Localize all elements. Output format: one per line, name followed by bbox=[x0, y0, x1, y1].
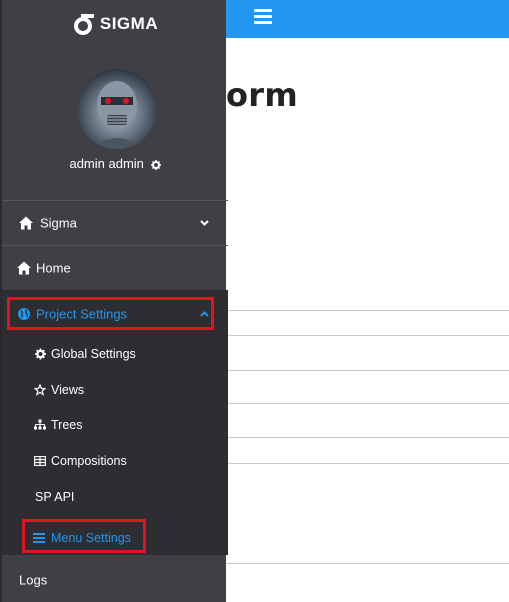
highlight-box bbox=[22, 519, 146, 553]
user-name-row[interactable]: admin admin bbox=[2, 156, 228, 171]
submenu-item-label: Global Settings bbox=[51, 347, 136, 361]
page-title: orm bbox=[226, 76, 299, 114]
gear-icon[interactable] bbox=[150, 159, 161, 170]
highlight-box bbox=[7, 297, 214, 330]
sigma-logo-icon bbox=[73, 14, 94, 35]
table-row-divider bbox=[226, 563, 509, 564]
chevron-down-icon[interactable] bbox=[200, 220, 209, 226]
submenu-item-global-settings[interactable]: Global Settings bbox=[2, 339, 228, 369]
brand-logo[interactable]: SIGMA bbox=[2, 12, 228, 36]
gear-icon bbox=[35, 348, 46, 360]
sidebar: SIGMA admin admin Sigma Home Project Set… bbox=[0, 0, 228, 602]
table-row-divider bbox=[226, 370, 509, 371]
table-row-divider bbox=[226, 335, 509, 336]
sitemap-icon bbox=[34, 419, 46, 430]
home-icon bbox=[19, 216, 33, 230]
submenu-item-sp-api[interactable]: SP API bbox=[2, 482, 228, 512]
brand-name: SIGMA bbox=[99, 14, 159, 33]
table-row-divider bbox=[226, 463, 509, 464]
table-row-divider bbox=[226, 310, 509, 311]
home-icon bbox=[17, 261, 31, 275]
table-row-divider bbox=[226, 437, 509, 438]
submenu-item-label: Trees bbox=[51, 418, 83, 432]
sidebar-item-label: Sigma bbox=[40, 215, 77, 231]
submenu-item-label: SP API bbox=[35, 490, 75, 504]
sidebar-item-sigma[interactable]: Sigma bbox=[2, 201, 228, 245]
sidebar-item-logs[interactable]: Logs bbox=[2, 560, 228, 600]
submenu-item-label: Views bbox=[51, 383, 85, 397]
submenu-item-compositions[interactable]: Compositions bbox=[2, 446, 228, 476]
hamburger-menu-icon[interactable] bbox=[254, 9, 272, 25]
user-name: admin admin bbox=[69, 156, 144, 171]
robot-face-icon bbox=[91, 81, 143, 149]
submenu-item-views[interactable]: Views bbox=[2, 375, 228, 405]
star-icon bbox=[34, 384, 46, 396]
sidebar-item-label: Home bbox=[36, 260, 71, 276]
submenu-item-trees[interactable]: Trees bbox=[2, 410, 228, 440]
sidebar-item-label: Logs bbox=[19, 572, 48, 588]
avatar[interactable] bbox=[77, 69, 157, 149]
sidebar-item-home[interactable]: Home bbox=[2, 246, 228, 290]
top-bar bbox=[226, 0, 509, 38]
submenu-item-label: Compositions bbox=[51, 454, 127, 468]
table-row-divider bbox=[226, 403, 509, 404]
table-icon bbox=[34, 456, 46, 466]
